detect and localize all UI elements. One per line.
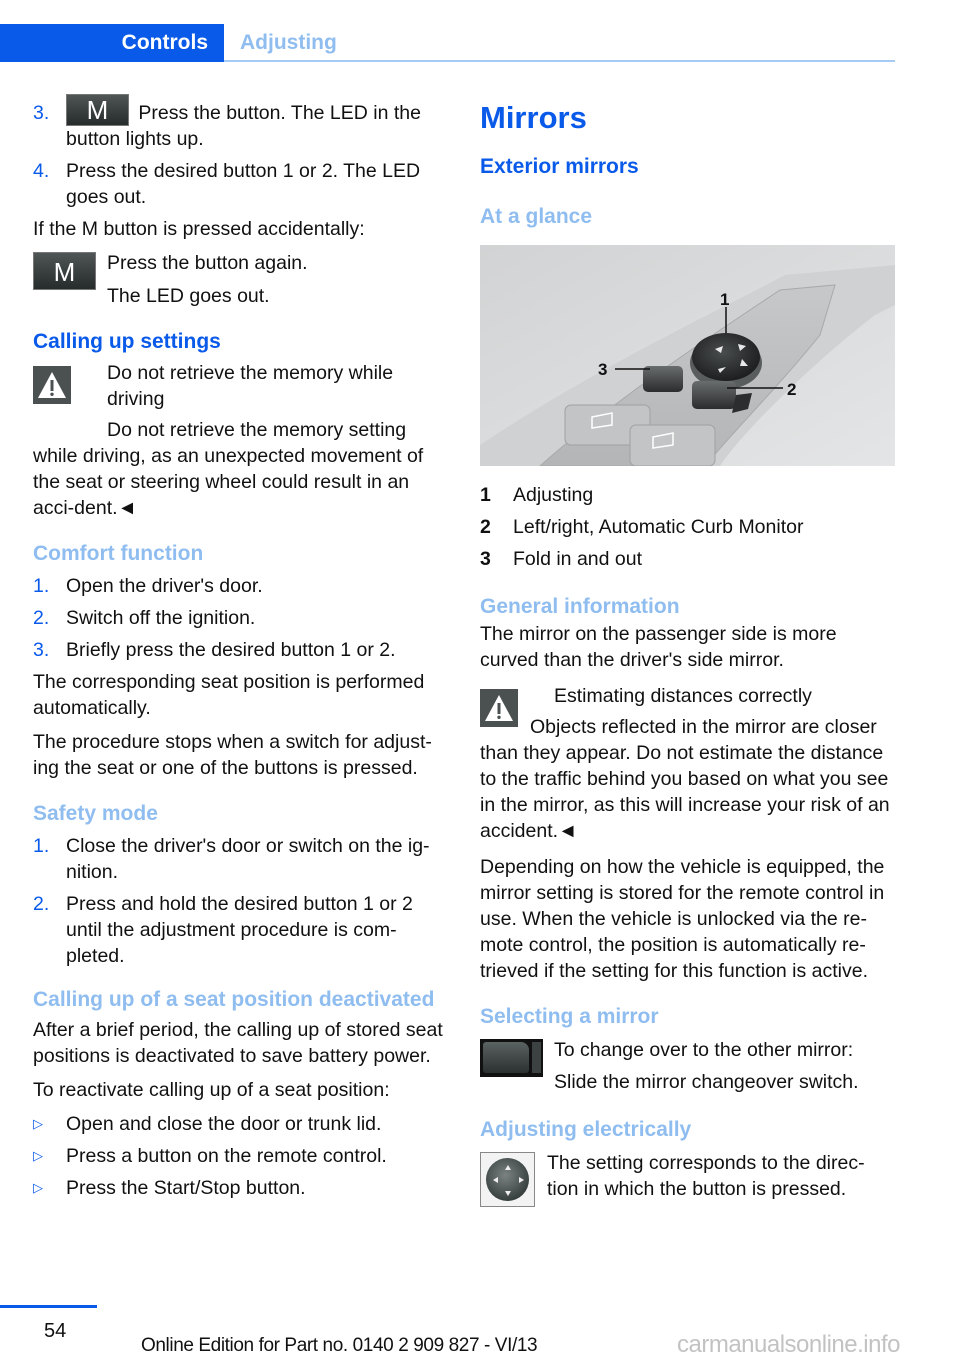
legend-item: 3 Fold in and out: [480, 546, 895, 572]
warning-text: Objects reflected in the mirror are clos…: [480, 716, 890, 842]
step-number: 3.: [33, 102, 50, 124]
adjusting-instruction: The setting corresponds to the direc-tio…: [480, 1150, 895, 1207]
door-panel-illustration: 1 2 3: [480, 245, 895, 466]
list-item: 1. Open the driver's door.: [33, 573, 445, 599]
paragraph: Depending on how the vehicle is equipped…: [480, 856, 885, 982]
mirror-controls-figure: 1 2 3: [480, 245, 895, 466]
m-button-icon: M: [33, 252, 96, 290]
instruction-line: To change over to the other mirror:: [554, 1039, 854, 1061]
list-item: 3. Briefly press the desired button 1 or …: [33, 637, 445, 663]
step-number: 4.: [33, 160, 50, 182]
callout-3: 3: [598, 360, 607, 379]
instruction-line: Press the button again.: [107, 252, 308, 274]
edition-note: Online Edition for Part no. 0140 2 909 8…: [141, 1335, 538, 1356]
legend-text: Fold in and out: [513, 548, 643, 570]
list-item: 2. Switch off the ignition.: [33, 605, 445, 631]
warning-icon: [480, 689, 518, 727]
selecting-instruction: To change over to the other mirror: Slid…: [480, 1037, 895, 1095]
list-item: ▷ Open and close the door or trunk lid.: [33, 1111, 445, 1137]
subsection-heading: Selecting a mirror: [480, 1005, 659, 1028]
header-rule: [224, 60, 895, 62]
bullet-text: Press the Start/Stop button.: [66, 1177, 306, 1199]
triangle-bullet-icon: ▷: [33, 1180, 43, 1195]
legend-number: 1: [480, 484, 491, 506]
figure-legend: 1 Adjusting 2 Left/right, Automatic Curb M…: [480, 482, 895, 572]
safety-steps: 1. Close the driver's door or switch on t…: [33, 833, 445, 969]
warning-title: Estimating distances correctly: [554, 685, 812, 707]
paragraph: The mirror on the passenger side is more…: [480, 623, 837, 671]
legend-text: Adjusting: [513, 484, 594, 506]
tab-adjusting[interactable]: Adjusting: [240, 24, 337, 62]
legend-number: 3: [480, 548, 491, 570]
memory-steps: 3. M Press the button. The LED in the bu…: [33, 94, 445, 210]
step-number: 2.: [33, 607, 50, 629]
paragraph: The corresponding seat position is perfo…: [33, 671, 425, 719]
bullet-text: Open and close the door or trunk lid.: [66, 1113, 382, 1135]
legend-text: Left/right, Automatic Curb Monitor: [513, 516, 804, 538]
accidental-intro: If the M button is pressed accidentally:: [33, 218, 365, 240]
direction-pad-icon: [480, 1152, 535, 1207]
subsection-heading: Calling up of a seat position deactivate…: [33, 988, 435, 1011]
step-text: Close the driver's door or switch on the…: [66, 835, 430, 883]
step-number: 1.: [33, 835, 50, 857]
subsection-heading: At a glance: [480, 205, 593, 228]
step-text: Open the driver's door.: [66, 575, 263, 597]
page-title: Mirrors: [480, 100, 587, 135]
subsection-heading: Comfort function: [33, 542, 204, 565]
warning-text: Do not retrieve the memory setting while…: [33, 419, 424, 519]
step-text: Switch off the ignition.: [66, 607, 256, 629]
step-number: 3.: [33, 639, 50, 661]
list-item: 4. Press the desired button 1 or 2. The …: [33, 158, 445, 210]
step-text: Press and hold the desired button 1 or 2…: [66, 893, 413, 967]
paragraph: The procedure stops when a switch for ad…: [33, 731, 432, 779]
step-number: 1.: [33, 575, 50, 597]
instruction-line: Slide the mirror changeover switch.: [554, 1071, 859, 1093]
watermark: carmanualsonline.info: [677, 1331, 900, 1358]
mirror-changeover-switch-icon: [480, 1039, 543, 1077]
legend-item: 1 Adjusting: [480, 482, 895, 508]
list-item: 3. M Press the button. The LED in the bu…: [33, 94, 445, 152]
chapter-header: Controls Adjusting: [0, 24, 895, 62]
list-item: 1. Close the driver's door or switch on t…: [33, 833, 445, 885]
reactivate-bullets: ▷ Open and close the door or trunk lid. ▷…: [33, 1111, 445, 1201]
legend-number: 2: [480, 516, 491, 538]
tab-controls[interactable]: Controls: [0, 24, 224, 62]
step-number: 2.: [33, 893, 50, 915]
subsection-heading: General information: [480, 595, 680, 618]
m-button-icon: M: [66, 94, 129, 126]
comfort-steps: 1. Open the driver's door. 2. Switch off t…: [33, 573, 445, 663]
paragraph: After a brief period, the calling up of …: [33, 1019, 443, 1067]
accidental-instruction: M Press the button again. The LED goes o…: [33, 250, 445, 309]
warning-block: Estimating distances correctly Objects r…: [480, 683, 895, 844]
paragraph: To reactivate calling up of a seat posit…: [33, 1079, 390, 1101]
step-text: Briefly press the desired button 1 or 2.: [66, 639, 396, 661]
subsection-heading: Adjusting electrically: [480, 1118, 692, 1141]
warning-icon: [33, 366, 71, 404]
triangle-bullet-icon: ▷: [33, 1148, 43, 1163]
page-number: 54: [44, 1320, 67, 1342]
list-item: ▷ Press the Start/Stop button.: [33, 1175, 445, 1201]
legend-item: 2 Left/right, Automatic Curb Monitor: [480, 514, 895, 540]
footer-rule: [0, 1305, 97, 1308]
callout-1: 1: [720, 290, 729, 309]
instruction-text: The setting corresponds to the direc-tio…: [547, 1152, 865, 1200]
instruction-line: The LED goes out.: [107, 285, 270, 307]
left-column: 3. M Press the button. The LED in the bu…: [33, 94, 445, 1207]
subsection-heading: Safety mode: [33, 802, 158, 825]
warning-title: Do not retrieve the memory while driving: [107, 362, 394, 410]
section-heading: Exterior mirrors: [480, 155, 639, 178]
triangle-bullet-icon: ▷: [33, 1116, 43, 1131]
list-item: ▷ Press a button on the remote control.: [33, 1143, 445, 1169]
list-item: 2. Press and hold the desired button 1 or…: [33, 891, 445, 969]
bullet-text: Press a button on the remote control.: [66, 1145, 387, 1167]
section-heading: Calling up settings: [33, 330, 221, 353]
callout-2: 2: [787, 380, 796, 399]
warning-block: Do not retrieve the memory while driving…: [33, 360, 445, 521]
right-column: Mirrors Exterior mirrors At a glance 1 2…: [480, 100, 895, 1207]
step-text: Press the desired button 1 or 2. The LED…: [66, 160, 421, 208]
